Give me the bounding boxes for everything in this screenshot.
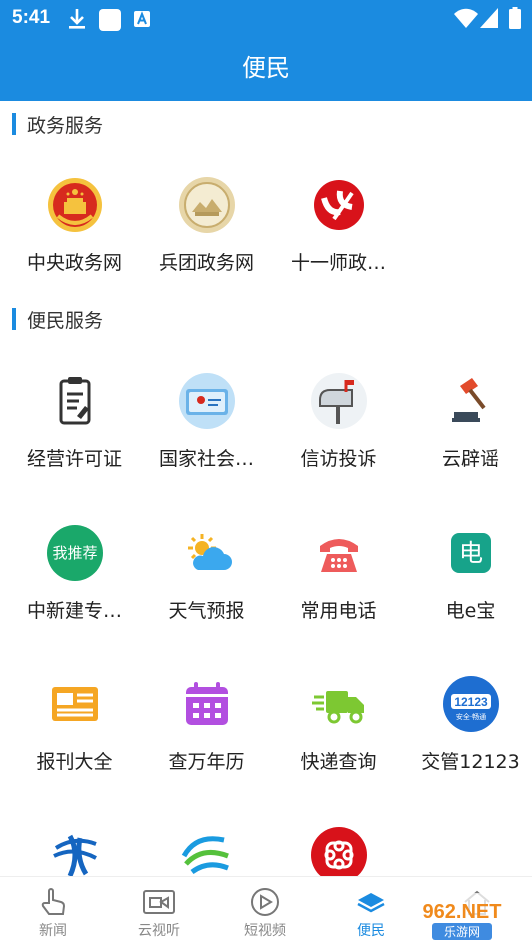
video-camera-icon xyxy=(143,890,175,914)
service-cloud-rumor-debunk[interactable]: 云辟谣 xyxy=(404,372,532,471)
service-label: 中央政务网 xyxy=(26,252,122,274)
dianebao-text: 电 xyxy=(459,539,483,567)
service-11th-division-gov[interactable]: 十一师政… xyxy=(272,176,405,275)
service-label: 兵团政务网 xyxy=(158,252,254,274)
app-header: 便民 xyxy=(0,40,532,101)
page-title: 便民 xyxy=(242,54,290,82)
service-common-phone[interactable]: 常用电话 xyxy=(272,524,405,623)
watermark-sub-text: 乐游网 xyxy=(444,925,480,939)
watermark-logo: 962.NET 乐游网 xyxy=(398,893,526,943)
service-zhongxinjian[interactable]: 我推荐 中新建专… xyxy=(8,524,141,623)
service-calendar[interactable]: 查万年历 xyxy=(140,675,273,774)
service-social-security[interactable]: 国家社会… xyxy=(140,372,273,471)
service-label: 云辟谣 xyxy=(441,448,499,470)
watermark-main-text: 962.NET xyxy=(423,901,502,923)
signal-icon xyxy=(480,8,498,28)
tab-label: 云视听 xyxy=(138,923,180,939)
play-circle-icon xyxy=(251,888,279,916)
wifi-icon xyxy=(454,8,478,28)
service-label: 报刊大全 xyxy=(36,751,113,773)
service-dianebao[interactable]: 电 电e宝 xyxy=(404,524,532,623)
tab-short-video[interactable]: 短视频 xyxy=(212,877,318,947)
dianebao-logo-icon: 电 xyxy=(450,533,491,573)
service-label: 电e宝 xyxy=(445,600,496,622)
division-logo-icon xyxy=(313,180,364,230)
service-newspapers[interactable]: 报刊大全 xyxy=(8,675,141,774)
section-header-government: 政务服务 xyxy=(12,112,104,137)
bingtuan-emblem-icon xyxy=(178,177,235,233)
service-label: 查万年历 xyxy=(168,751,245,773)
traffic-12123-subtext: 安全·畅通 xyxy=(455,712,485,721)
service-label: 天气预报 xyxy=(168,600,245,622)
service-label: 国家社会… xyxy=(158,448,254,470)
calendar-icon xyxy=(185,682,228,725)
service-traffic-12123[interactable]: 12123 安全·畅通 交管12123 xyxy=(404,675,532,774)
national-emblem-icon xyxy=(47,178,102,232)
status-bar: 5:41 xyxy=(0,0,532,40)
service-label: 十一师政… xyxy=(290,252,386,274)
tab-news[interactable]: 新闻 xyxy=(0,877,106,947)
keyboard-a-icon xyxy=(134,11,150,27)
service-bingtuan-gov[interactable]: 兵团政务网 xyxy=(140,176,273,275)
social-security-card-icon xyxy=(178,373,235,429)
service-label: 快递查询 xyxy=(300,751,377,773)
service-label: 信访投诉 xyxy=(300,448,377,470)
status-time: 5:41 xyxy=(12,7,51,28)
license-document-icon xyxy=(59,377,90,425)
zhongxinjian-text: 我推荐 xyxy=(52,544,97,562)
service-label: 中新建专… xyxy=(26,600,122,622)
traffic-12123-text: 12123 xyxy=(454,695,488,709)
service-business-license[interactable]: 经营许可证 xyxy=(8,372,141,471)
service-petition-complaint[interactable]: 信访投诉 xyxy=(272,372,405,471)
mailbox-icon xyxy=(310,373,367,429)
download-icon xyxy=(69,9,85,29)
delivery-truck-icon xyxy=(311,691,364,724)
section-marker xyxy=(12,113,16,135)
traffic-12123-logo-icon: 12123 安全·畅通 xyxy=(442,676,499,732)
zhongxinjian-logo-icon: 我推荐 xyxy=(46,525,103,581)
section-title: 政务服务 xyxy=(27,114,104,137)
service-label: 交管12123 xyxy=(421,751,520,773)
service-central-gov[interactable]: 中央政务网 xyxy=(8,176,141,275)
battery-icon xyxy=(509,7,521,29)
section-marker xyxy=(12,308,16,330)
app-notification-icon xyxy=(99,9,121,31)
tab-cloud-tv[interactable]: 云视听 xyxy=(106,877,212,947)
gavel-icon xyxy=(451,378,486,422)
service-label: 经营许可证 xyxy=(26,448,122,470)
tab-label: 短视频 xyxy=(244,923,286,939)
section-header-convenience: 便民服务 xyxy=(12,307,104,332)
newspaper-icon xyxy=(51,687,98,721)
service-label: 常用电话 xyxy=(300,600,377,622)
hand-pointer-icon xyxy=(41,888,66,915)
section-title: 便民服务 xyxy=(27,309,104,332)
tab-label: 新闻 xyxy=(39,923,67,939)
weather-icon xyxy=(187,534,232,570)
service-weather[interactable]: 天气预报 xyxy=(140,524,273,623)
service-express-tracking[interactable]: 快递查询 xyxy=(272,675,405,774)
layers-icon xyxy=(357,893,385,913)
telephone-icon xyxy=(319,539,358,572)
